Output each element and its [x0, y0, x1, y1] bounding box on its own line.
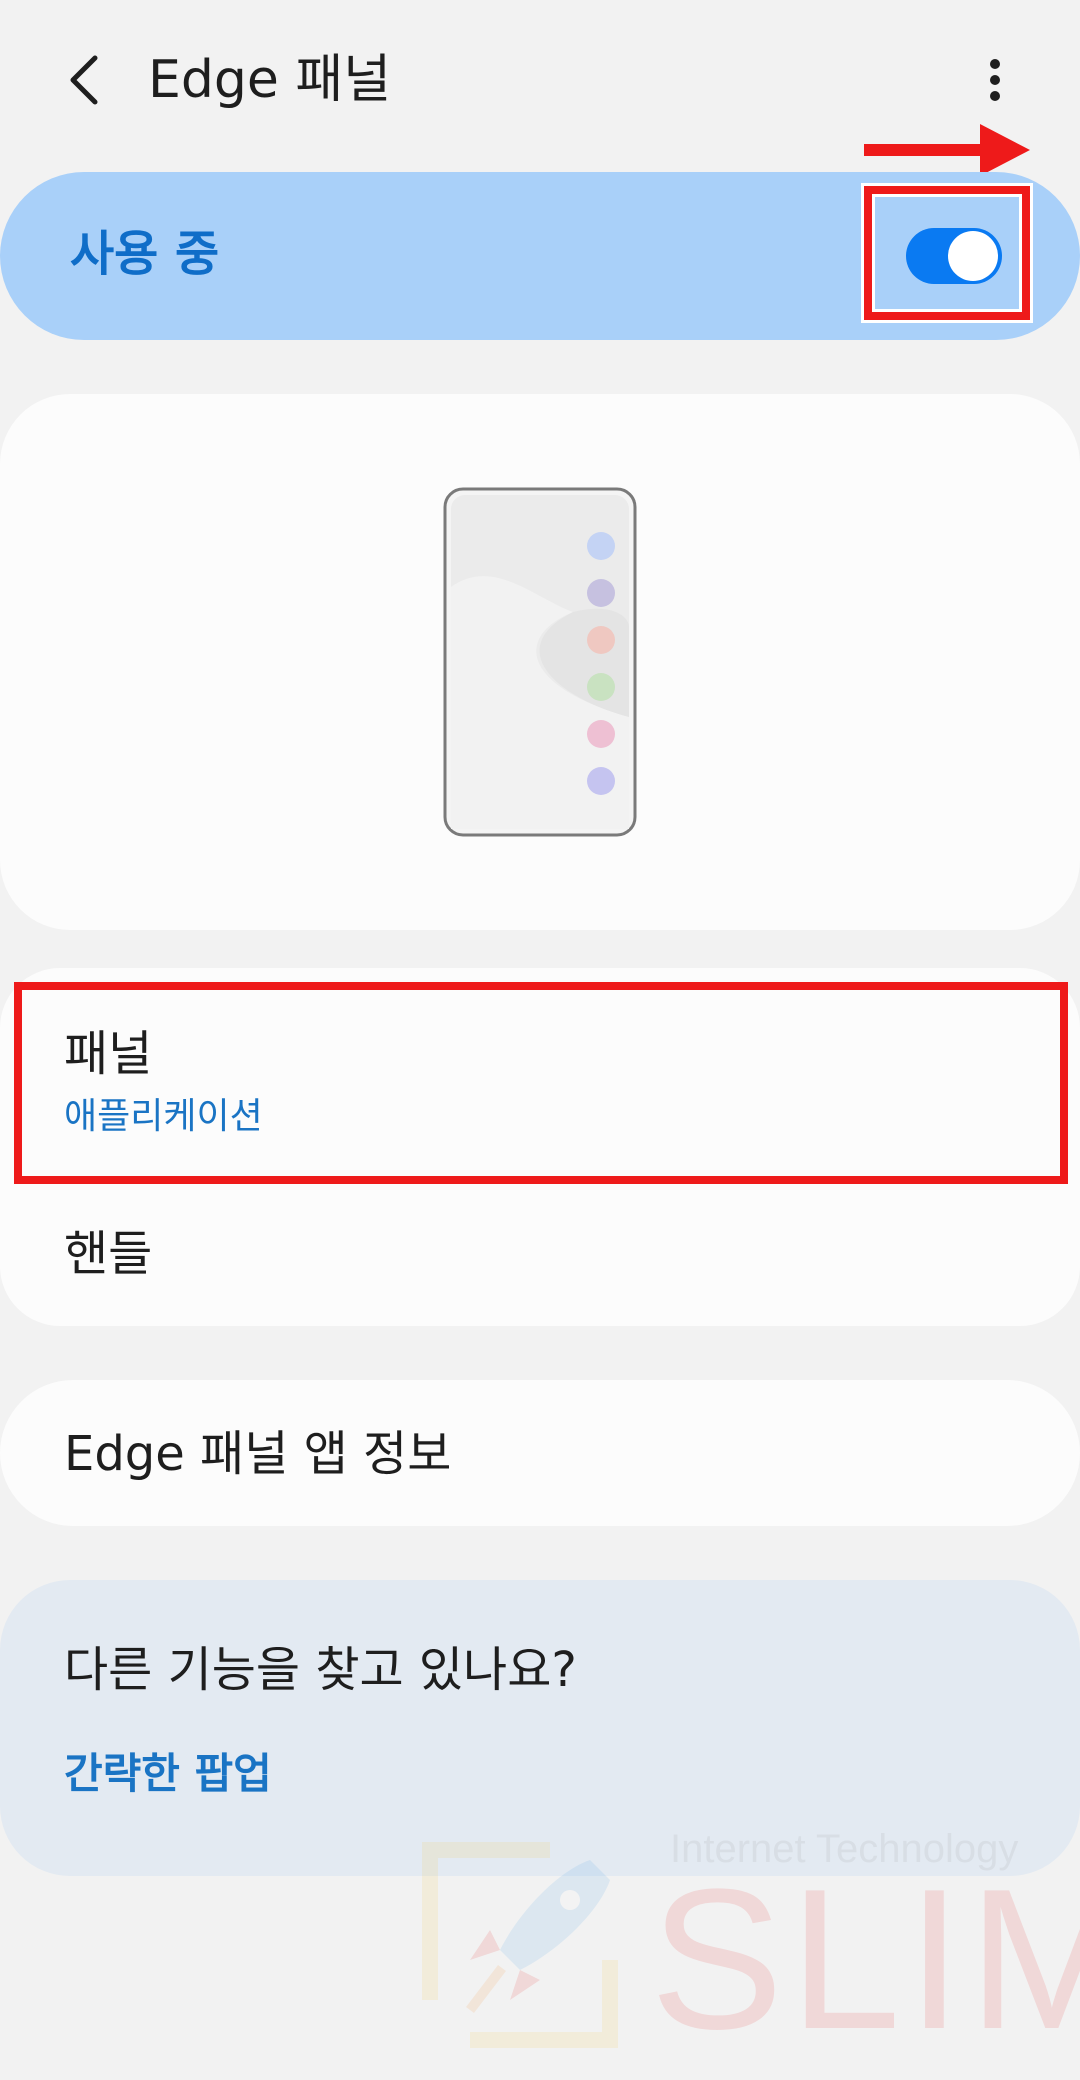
list-item-title: 핸들	[64, 1226, 153, 1282]
suggestion-card	[0, 1580, 1080, 1876]
suggestion-title: 다른 기능을 찾고 있나요?	[64, 1642, 577, 1698]
arrow-right-icon	[864, 124, 1030, 176]
toggle-knob	[948, 231, 998, 281]
app-info-label: Edge 패널 앱 정보	[64, 1426, 452, 1482]
back-button[interactable]	[50, 40, 120, 120]
page-title: Edge 패널	[148, 50, 392, 110]
more-vertical-icon	[990, 59, 1000, 101]
watermark-brand: SLIM	[650, 1848, 1080, 2071]
panel-dot	[587, 767, 615, 795]
panel-dot	[587, 532, 615, 560]
panel-dot	[587, 720, 615, 748]
suggestion-link[interactable]: 간략한 팝업	[64, 1746, 272, 1802]
master-toggle[interactable]	[906, 228, 1002, 284]
edge-panel-preview-illustration	[443, 487, 637, 837]
chevron-left-icon	[70, 55, 98, 105]
panel-dot	[587, 626, 615, 654]
panel-dot	[587, 579, 615, 607]
list-item-handle[interactable]	[0, 1196, 1080, 1314]
highlight-box	[14, 982, 1068, 1184]
master-switch-label: 사용 중	[70, 226, 220, 282]
more-options-button[interactable]	[960, 40, 1030, 120]
panel-dot	[587, 673, 615, 701]
